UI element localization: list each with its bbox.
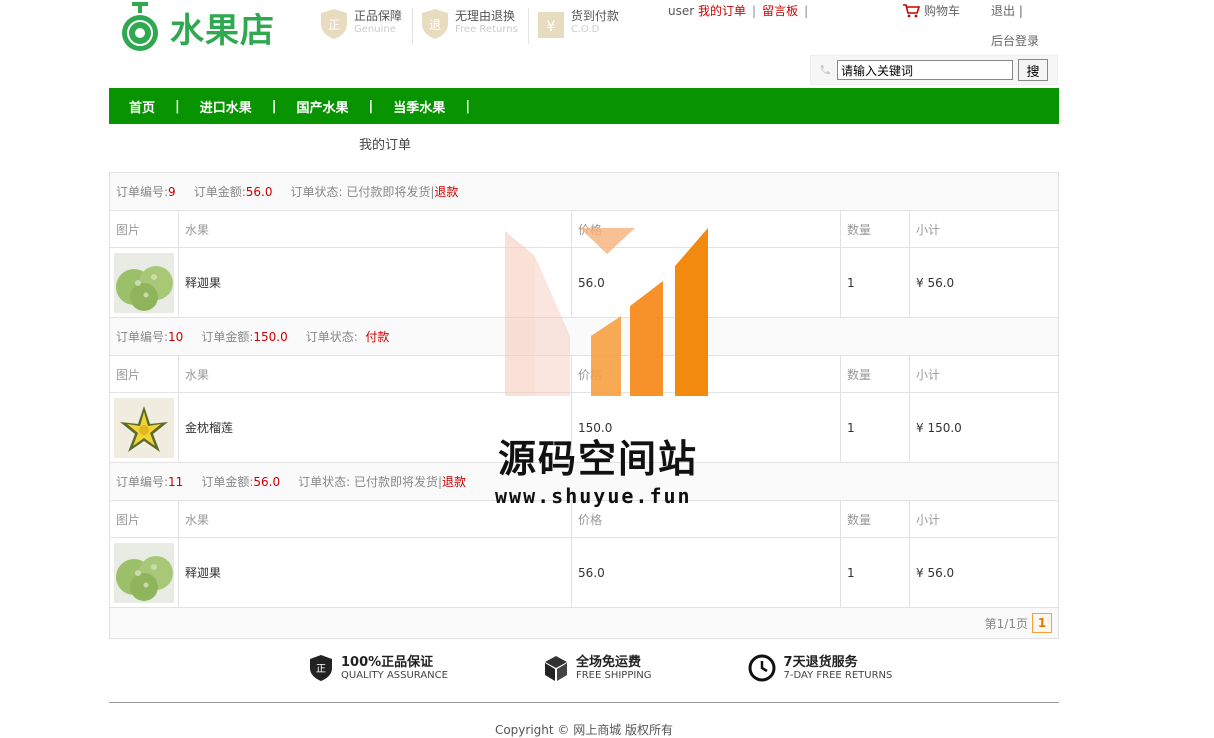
footer-divider — [109, 702, 1059, 703]
message-board-link[interactable]: 留言板 — [762, 4, 798, 18]
site-logo[interactable]: 水果店 — [118, 2, 275, 52]
nav-imported[interactable]: 进口水果 — [180, 97, 272, 116]
box-icon — [544, 656, 567, 681]
custard-apple-image[interactable] — [114, 252, 174, 313]
clock-icon — [748, 654, 776, 682]
nav-domestic[interactable]: 国产水果 — [277, 97, 369, 116]
logo-apple-icon — [122, 2, 158, 51]
table-row: 释迦果 56.0 1 ¥ 56.0 — [110, 248, 1058, 318]
page-info: 第1/1页 — [984, 616, 1028, 631]
orders-table: 订单编号: 9 订单金额: 56.0 订单状态: 已付款即将发货| 退款 图片 水果 … — [109, 172, 1059, 639]
page-button-current[interactable]: 1 — [1032, 613, 1052, 633]
order-status: 已付款即将发货| — [346, 185, 435, 199]
order-status: 已付款即将发货| — [353, 475, 443, 489]
order-header: 订单编号: 10 订单金额: 150.0 订单状态: 付款 — [110, 318, 1058, 356]
search-button[interactable]: 搜 — [1018, 59, 1048, 81]
copyright: Copyright © 网上商城 版权所有 — [494, 723, 674, 737]
watermark-text: 源码空间站 — [498, 437, 699, 481]
logo-text: 水果店 — [170, 10, 275, 51]
fruit-name[interactable]: 释迦果 — [179, 538, 572, 607]
pay-link[interactable]: 付款 — [365, 328, 389, 345]
my-orders-link[interactable]: 我的订单 — [698, 4, 746, 18]
username: user — [668, 4, 695, 18]
cart-icon — [903, 3, 920, 17]
cash-icon: ¥ — [537, 12, 564, 38]
main-nav: 首页 | 进口水果 | 国产水果 | 当季水果 | — [109, 88, 1059, 124]
shield-icon: 正 — [321, 9, 347, 39]
fruit-name[interactable]: 释迦果 — [179, 248, 572, 317]
phone-icon — [820, 65, 830, 75]
page-title: 我的订单 — [359, 138, 412, 153]
search-input[interactable] — [837, 60, 1013, 80]
svg-text:退: 退 — [429, 18, 441, 32]
shield-return-icon: 退 — [422, 9, 449, 39]
user-links: user 我的订单 | 留言板 | — [668, 4, 809, 18]
service-quality: 正 100%正品保证 QUALITY ASSURANCE — [309, 654, 448, 682]
table-row: 释迦果 56.0 1 ¥ 56.0 — [110, 538, 1058, 608]
durian-image[interactable] — [114, 397, 174, 458]
shield-quality-icon: 正 — [310, 655, 332, 681]
guarantee-badges: 正 正品保障 Genuine 退 无理由退换 Free Returns ¥ 货到付款… — [320, 8, 637, 44]
service-strip: 正 100%正品保证 QUALITY ASSURANCE 全场免运费 FREE SH… — [309, 654, 988, 682]
badge-cod: ¥ 货到付款 C.O.D — [537, 8, 629, 44]
svg-text:正: 正 — [328, 18, 340, 32]
badge-genuine: 正 正品保障 Genuine — [320, 8, 414, 44]
nav-seasonal[interactable]: 当季水果 — [373, 97, 465, 116]
service-returns: 7天退货服务 7-DAY FREE RETURNS — [748, 654, 892, 682]
custard-apple-image[interactable] — [114, 542, 174, 603]
nav-home[interactable]: 首页 — [109, 97, 175, 116]
watermark-url: www.shuyue.fun — [495, 484, 692, 508]
logout-link[interactable]: 退出 | — [991, 2, 1023, 19]
refund-link[interactable]: 退款 — [434, 183, 458, 200]
svg-text:¥: ¥ — [546, 19, 555, 35]
svg-text:正: 正 — [316, 664, 326, 675]
table-header: 图片 水果 价格 数量 小计 — [110, 356, 1058, 393]
refund-link[interactable]: 退款 — [442, 473, 466, 490]
badge-returns: 退 无理由退换 Free Returns — [421, 8, 529, 44]
cart-link[interactable]: 购物车 — [902, 2, 960, 19]
pagination: 第1/1页 1 — [110, 608, 1058, 638]
order-header: 订单编号: 9 订单金额: 56.0 订单状态: 已付款即将发货| 退款 — [110, 173, 1058, 211]
table-header: 图片 水果 价格 数量 小计 — [110, 211, 1058, 248]
admin-login-link[interactable]: 后台登录 — [991, 32, 1039, 49]
search-box: 搜 — [810, 55, 1058, 85]
service-shipping: 全场免运费 FREE SHIPPING — [544, 654, 652, 682]
